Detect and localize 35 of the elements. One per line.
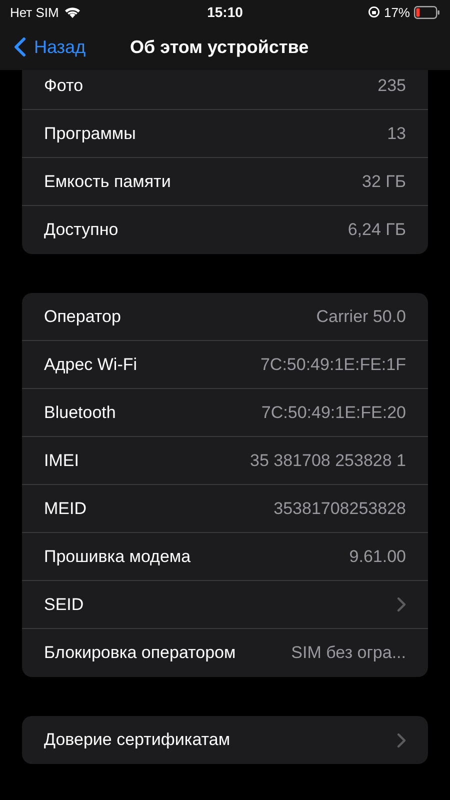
row-value: 7C:50:49:1E:FE:20 xyxy=(261,402,406,422)
row-label: Bluetooth xyxy=(44,402,116,422)
clock-time: 15:10 xyxy=(207,4,243,20)
back-button[interactable]: Назад xyxy=(0,36,130,58)
row-value: 7C:50:49:1E:FE:1F xyxy=(260,354,406,374)
row-value: 32 ГБ xyxy=(362,172,406,192)
row-value: SIM без огра... xyxy=(291,643,406,663)
row-label: Оператор xyxy=(44,306,121,326)
row-value: 13 xyxy=(387,124,406,144)
row-label[interactable]: Доверие сертификатам xyxy=(44,730,230,750)
row-label: Адрес Wi-Fi xyxy=(44,354,138,374)
wifi-icon xyxy=(64,6,81,18)
row-label: Емкость памяти xyxy=(44,172,171,192)
battery-percent: 17% xyxy=(384,4,410,20)
row-value: 35381708253828 xyxy=(274,498,406,518)
screen-title: Об этом устройстве xyxy=(130,36,309,58)
chevron-left-icon xyxy=(14,37,26,57)
chevron-right-icon xyxy=(397,732,406,748)
row-label: IMEI xyxy=(44,450,79,470)
row-value: 9.61.00 xyxy=(349,546,406,566)
row-label[interactable]: SEID xyxy=(44,594,84,614)
row-value: 35 381708 253828 1 xyxy=(250,450,406,470)
row-value: 6,24 ГБ xyxy=(348,220,406,240)
row-value: 235 xyxy=(378,76,406,96)
row-label: Блокировка оператором xyxy=(44,643,236,663)
rotation-lock-icon xyxy=(368,6,380,18)
row-label: Фото xyxy=(44,76,84,96)
battery-icon xyxy=(414,6,440,18)
chevron-right-icon xyxy=(397,597,406,612)
row-label: Программы xyxy=(44,124,136,144)
row-label: Доступно xyxy=(44,220,118,240)
row-value: Carrier 50.0 xyxy=(316,306,406,326)
row-label: Прошивка модема xyxy=(44,546,191,566)
row-label: MEID xyxy=(44,498,86,518)
carrier-text: Нет SIM xyxy=(10,4,59,20)
